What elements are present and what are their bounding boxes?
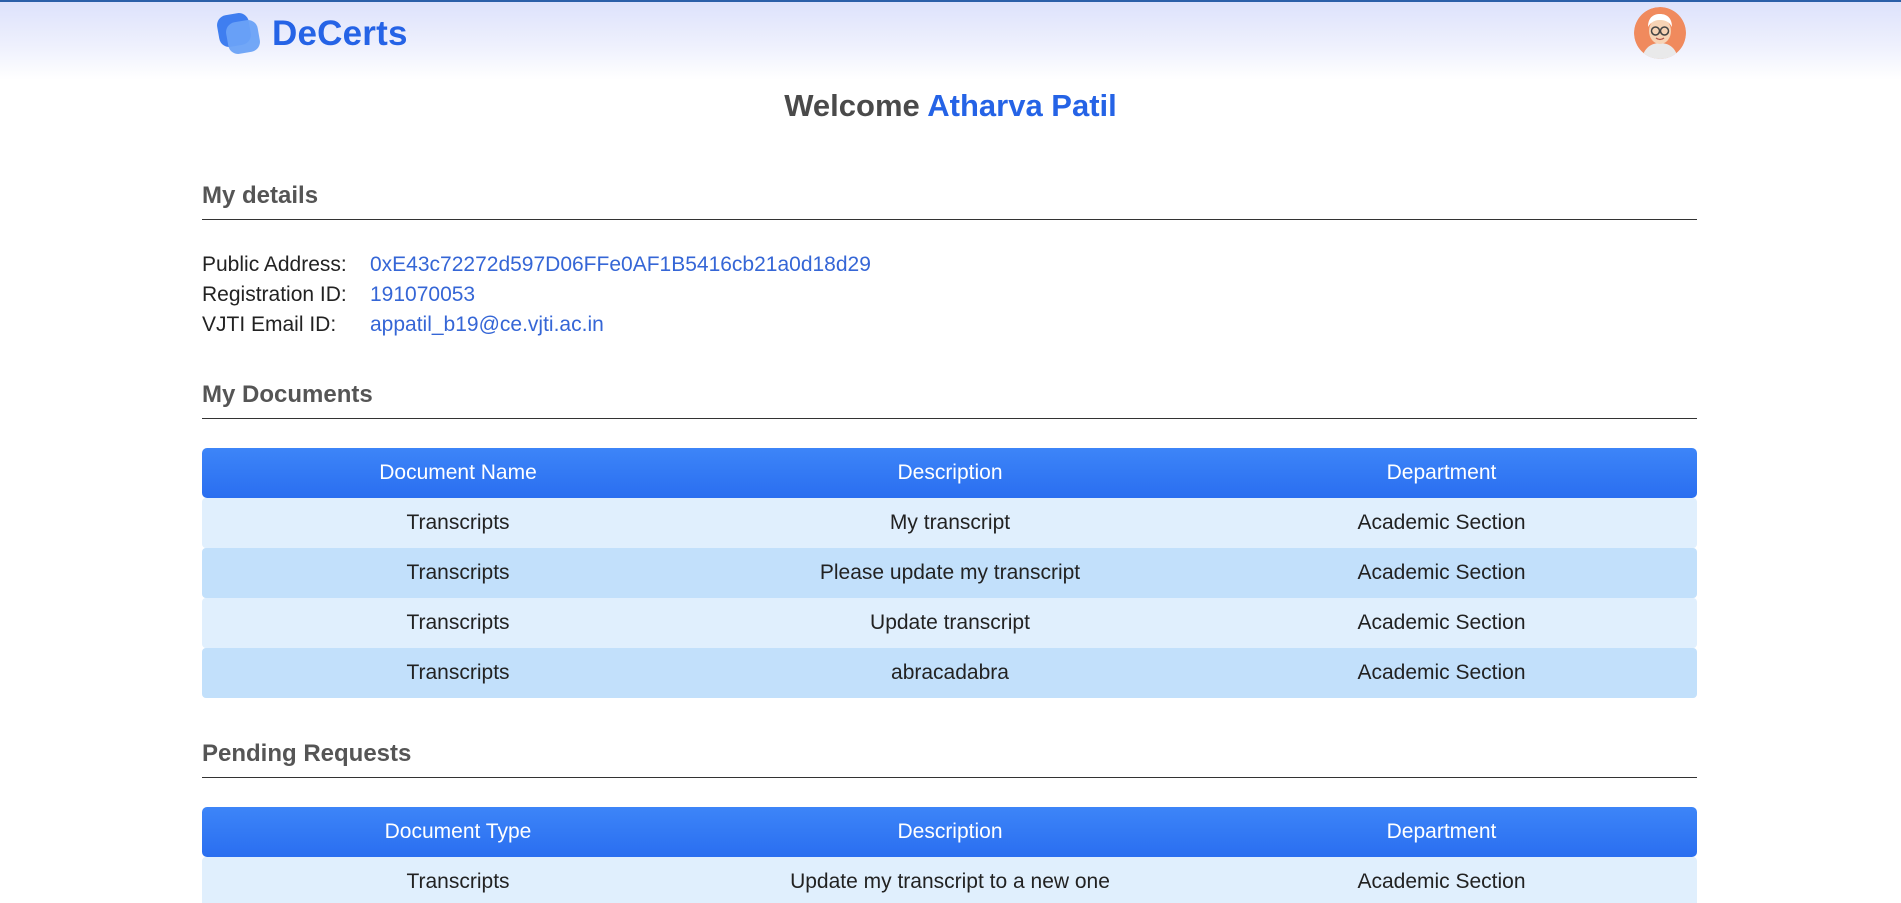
decerts-logo-icon	[216, 11, 262, 57]
detail-label: Registration ID:	[202, 283, 347, 306]
table-row[interactable]: Transcripts Update transcript Academic S…	[202, 598, 1697, 648]
detail-row-public-address: Public Address: 0xE43c72272d597D06FFe0AF…	[202, 250, 871, 280]
navbar: DeCerts	[0, 2, 1901, 80]
pending-requests-title: Pending Requests	[202, 734, 1697, 778]
my-documents-table: Document Name Description Department Tra…	[202, 448, 1697, 698]
detail-label: VJTI Email ID:	[202, 313, 337, 336]
cell-description: Update my transcript to a new one	[714, 857, 1186, 903]
cell-document-name: Transcripts	[202, 648, 714, 698]
cell-department: Academic Section	[1186, 548, 1697, 598]
my-details-section: My details	[202, 176, 1697, 220]
my-details-title: My details	[202, 176, 1697, 220]
column-header-department[interactable]: Department	[1186, 448, 1697, 498]
cell-description: abracadabra	[714, 648, 1186, 698]
column-header-description[interactable]: Description	[714, 448, 1186, 498]
user-name: Atharva Patil	[927, 88, 1117, 123]
registration-id-value[interactable]: 191070053	[370, 280, 475, 310]
detail-label: Public Address:	[202, 253, 347, 276]
table-header-row: Document Type Description Department	[202, 807, 1697, 857]
table-row[interactable]: Transcripts Please update my transcript …	[202, 548, 1697, 598]
welcome-heading: Welcome Atharva Patil	[0, 88, 1901, 124]
table-row[interactable]: Transcripts Update my transcript to a ne…	[202, 857, 1697, 903]
detail-row-registration-id: Registration ID: 191070053	[202, 280, 871, 310]
brand-link[interactable]: DeCerts	[216, 10, 408, 58]
table-row[interactable]: Transcripts abracadabra Academic Section	[202, 648, 1697, 698]
column-header-description[interactable]: Description	[714, 807, 1186, 857]
my-documents-section: My Documents	[202, 375, 1697, 419]
public-address-value[interactable]: 0xE43c72272d597D06FFe0AF1B5416cb21a0d18d…	[370, 250, 871, 280]
cell-description: Update transcript	[714, 598, 1186, 648]
my-documents-title: My Documents	[202, 375, 1697, 419]
my-documents-table-wrap: Document Name Description Department Tra…	[202, 448, 1697, 698]
cell-document-type: Transcripts	[202, 857, 714, 903]
welcome-prefix: Welcome	[784, 88, 920, 123]
user-avatar[interactable]	[1634, 7, 1686, 59]
column-header-document-type[interactable]: Document Type	[202, 807, 714, 857]
pending-requests-table-wrap: Document Type Description Department Tra…	[202, 807, 1697, 903]
pending-requests-table: Document Type Description Department Tra…	[202, 807, 1697, 903]
column-header-department[interactable]: Department	[1186, 807, 1697, 857]
cell-document-name: Transcripts	[202, 498, 714, 548]
pending-requests-section: Pending Requests	[202, 734, 1697, 778]
cell-document-name: Transcripts	[202, 598, 714, 648]
details-list: Public Address: 0xE43c72272d597D06FFe0AF…	[202, 250, 871, 340]
cell-department: Academic Section	[1186, 648, 1697, 698]
cell-description: Please update my transcript	[714, 548, 1186, 598]
email-value[interactable]: appatil_b19@ce.vjti.ac.in	[370, 310, 604, 340]
cell-description: My transcript	[714, 498, 1186, 548]
brand-name: DeCerts	[272, 14, 408, 53]
cell-document-name: Transcripts	[202, 548, 714, 598]
cell-department: Academic Section	[1186, 857, 1697, 903]
table-header-row: Document Name Description Department	[202, 448, 1697, 498]
cell-department: Academic Section	[1186, 598, 1697, 648]
detail-row-email: VJTI Email ID: appatil_b19@ce.vjti.ac.in	[202, 310, 871, 340]
table-row[interactable]: Transcripts My transcript Academic Secti…	[202, 498, 1697, 548]
column-header-document-name[interactable]: Document Name	[202, 448, 714, 498]
cell-department: Academic Section	[1186, 498, 1697, 548]
